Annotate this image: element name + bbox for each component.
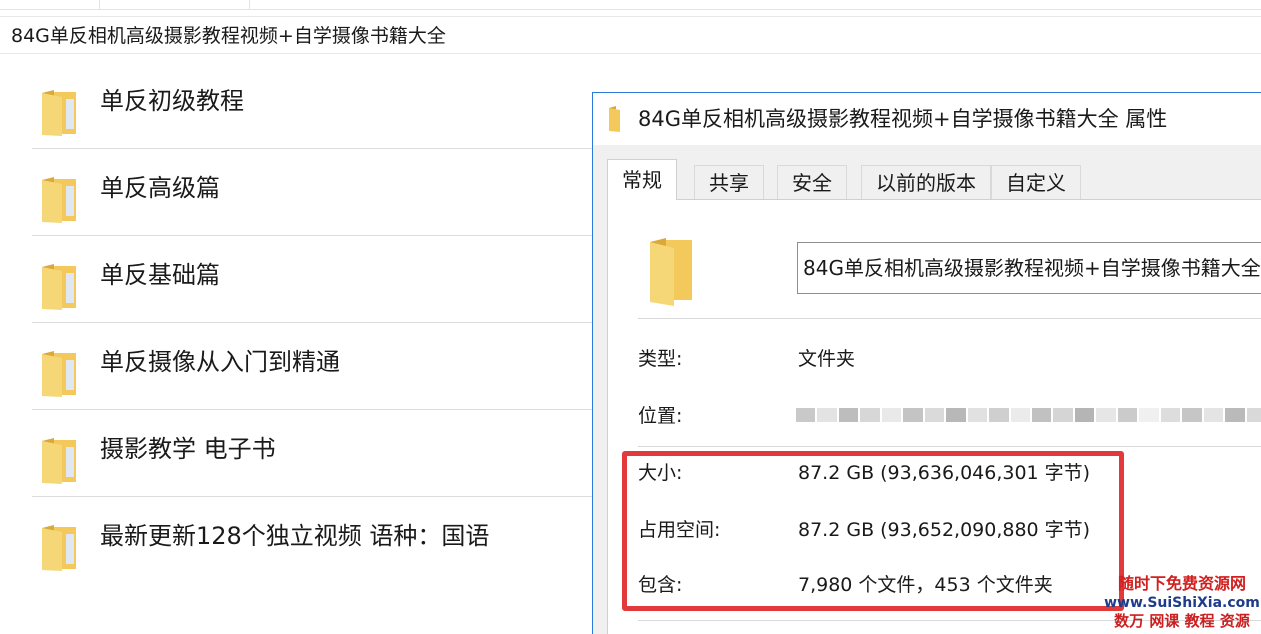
folder-item[interactable]: 单反初级教程	[32, 62, 602, 149]
watermark-line: 数万 网课 教程 资源	[1114, 612, 1250, 630]
folder-item[interactable]: 单反基础篇	[32, 236, 602, 323]
folder-icon	[650, 238, 692, 306]
toolbar-segment	[0, 0, 100, 10]
folder-name: 最新更新128个独立视频 语种：国语	[100, 522, 490, 550]
folder-icon	[42, 525, 76, 571]
folder-icon	[42, 351, 76, 397]
folder-list: 单反初级教程 单反高级篇 单反基础篇 单反摄像从入门到精通 摄影教学 电子书 最…	[32, 62, 602, 584]
tab-customize[interactable]: 自定义	[991, 165, 1081, 199]
highlight-annotation-box	[622, 451, 1124, 611]
folder-name: 单反摄像从入门到精通	[100, 348, 340, 376]
folder-item[interactable]: 单反高级篇	[32, 149, 602, 236]
tab-general[interactable]: 常规	[607, 159, 677, 200]
watermark-line: 随时下免费资源网	[1117, 574, 1246, 593]
tab-security[interactable]: 安全	[777, 165, 847, 199]
folder-item[interactable]: 最新更新128个独立视频 语种：国语	[32, 497, 602, 584]
location-label: 位置:	[638, 405, 683, 427]
type-label: 类型:	[638, 348, 683, 370]
tab-sharing[interactable]: 共享	[694, 165, 764, 199]
folder-name: 单反高级篇	[100, 174, 220, 202]
tab-strip: 常规 共享 安全 以前的版本 自定义	[607, 159, 1261, 200]
location-value-blurred	[796, 405, 1261, 425]
address-bar[interactable]: 84G单反相机高级摄影教程视频+自学摄像书籍大全	[0, 16, 1261, 54]
tab-previous-versions[interactable]: 以前的版本	[861, 165, 991, 199]
separator	[638, 318, 1261, 319]
toolbar-segment	[100, 0, 250, 10]
folder-name-field[interactable]: 84G单反相机高级摄影教程视频+自学摄像书籍大全	[797, 242, 1261, 294]
folder-icon	[42, 177, 76, 223]
separator	[638, 446, 1261, 447]
folder-icon	[42, 438, 76, 484]
folder-item[interactable]: 单反摄像从入门到精通	[32, 323, 602, 410]
dialog-title: 84G单反相机高级摄影教程视频+自学摄像书籍大全 属性	[638, 107, 1168, 131]
folder-name: 单反初级教程	[100, 87, 244, 115]
folder-name: 摄影教学 电子书	[100, 435, 276, 463]
folder-icon	[42, 90, 76, 136]
address-path: 84G单反相机高级摄影教程视频+自学摄像书籍大全	[11, 25, 446, 47]
folder-icon	[42, 264, 76, 310]
folder-name: 单反基础篇	[100, 261, 220, 289]
explorer-toolbar-strip	[0, 0, 1261, 10]
folder-icon	[609, 106, 620, 132]
type-value: 文件夹	[798, 348, 856, 370]
watermark-url: www.SuiShiXia.com	[1104, 595, 1260, 611]
site-watermark: 随时下免费资源网 www.SuiShiXia.com 数万 网课 教程 资源	[1102, 574, 1261, 632]
folder-item[interactable]: 摄影教学 电子书	[32, 410, 602, 497]
dialog-titlebar[interactable]: 84G单反相机高级摄影教程视频+自学摄像书籍大全 属性	[593, 93, 1261, 145]
